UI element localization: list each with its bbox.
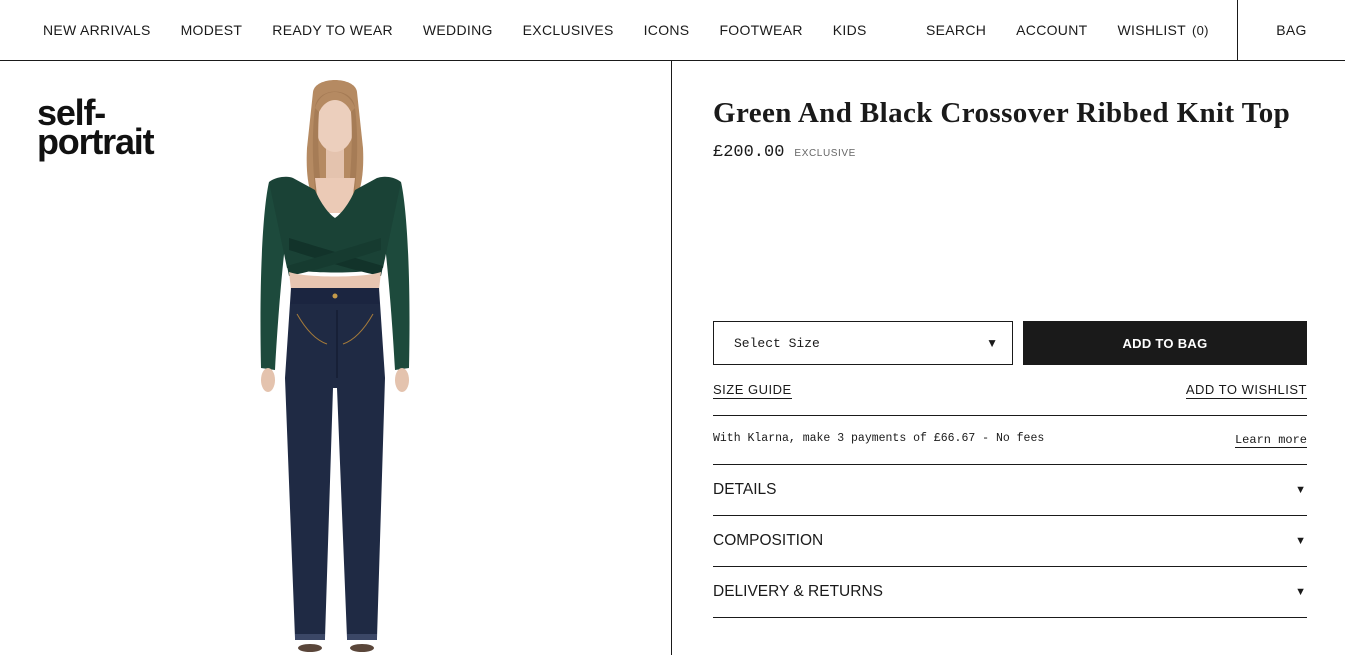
nav-exclusives[interactable]: EXCLUSIVES	[523, 22, 614, 38]
bag-link[interactable]: BAG	[1238, 0, 1345, 60]
triangle-down-icon: ▼	[1295, 535, 1306, 547]
account-link[interactable]: ACCOUNT	[1016, 22, 1087, 38]
nav-kids[interactable]: KIDS	[833, 22, 867, 38]
product-image-panel: self- portrait	[0, 61, 672, 655]
add-to-wishlist-link[interactable]: ADD TO WISHLIST	[1185, 382, 1307, 399]
accordion-label: DELIVERY & RETURNS	[713, 583, 883, 600]
utility-nav: SEARCH ACCOUNT WISHLIST (0)	[926, 0, 1239, 60]
product-price: £200.00	[713, 143, 785, 162]
nav-new-arrivals[interactable]: NEW ARRIVALS	[43, 22, 151, 38]
accordion-delivery-returns[interactable]: DELIVERY & RETURNS ▼	[713, 567, 1307, 617]
triangle-down-icon: ▼	[1295, 484, 1306, 496]
wishlist-label: WISHLIST	[1117, 22, 1187, 38]
product-info-panel: Green And Black Crossover Ribbed Knit To…	[673, 61, 1345, 655]
product-model-image	[260, 80, 410, 652]
wishlist-count: (0)	[1192, 23, 1209, 38]
klarna-message: With Klarna, make 3 payments of £66.67 -…	[713, 432, 1045, 445]
nav-ready-to-wear[interactable]: READY TO WEAR	[272, 22, 393, 38]
accordion-composition[interactable]: COMPOSITION ▼	[713, 516, 1307, 566]
triangle-down-icon: ▼	[986, 336, 998, 350]
exclusive-badge: EXCLUSIVE	[794, 148, 856, 159]
search-link[interactable]: SEARCH	[926, 22, 986, 38]
brand-logo[interactable]: self- portrait	[37, 95, 155, 162]
logo-line-2: portrait	[37, 121, 155, 162]
size-select[interactable]: Select Size ▼	[713, 321, 1013, 365]
divider	[713, 617, 1307, 618]
add-to-bag-button[interactable]: ADD TO BAG	[1023, 321, 1307, 365]
klarna-learn-more-link[interactable]: Learn more	[1234, 433, 1307, 448]
nav-wedding[interactable]: WEDDING	[423, 22, 493, 38]
wishlist-link[interactable]: WISHLIST (0)	[1117, 22, 1208, 38]
product-title: Green And Black Crossover Ribbed Knit To…	[713, 97, 1291, 129]
nav-icons[interactable]: ICONS	[644, 22, 690, 38]
size-guide-link[interactable]: SIZE GUIDE	[713, 382, 792, 399]
price-row: £200.00 EXCLUSIVE	[713, 143, 856, 162]
top-navigation: NEW ARRIVALS MODEST READY TO WEAR WEDDIN…	[0, 0, 1345, 61]
accordion-label: DETAILS	[713, 481, 777, 498]
nav-modest[interactable]: MODEST	[181, 22, 243, 38]
size-select-value: Select Size	[734, 335, 820, 351]
accordion-details[interactable]: DETAILS ▼	[713, 465, 1307, 515]
nav-footwear[interactable]: FOOTWEAR	[719, 22, 802, 38]
divider	[713, 415, 1307, 416]
triangle-down-icon: ▼	[1295, 586, 1306, 598]
main-nav: NEW ARRIVALS MODEST READY TO WEAR WEDDIN…	[43, 0, 897, 60]
accordion-label: COMPOSITION	[713, 532, 824, 549]
